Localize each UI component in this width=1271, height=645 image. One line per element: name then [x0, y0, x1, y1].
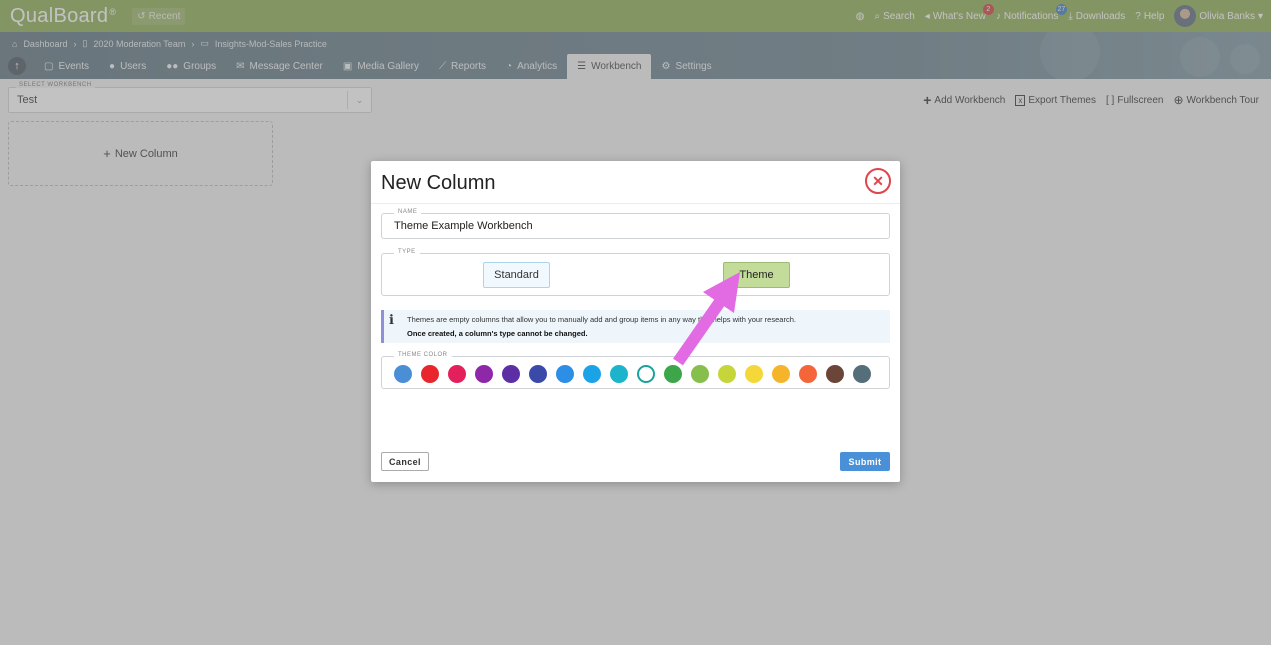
color-swatch[interactable]	[501, 365, 521, 384]
color-swatch[interactable]	[420, 365, 440, 384]
color-swatch[interactable]	[744, 365, 764, 384]
info-warning: Once created, a column's type cannot be …	[407, 329, 588, 338]
color-swatch[interactable]	[690, 365, 710, 384]
new-column-modal: New Column ✕ NAME Theme Example Workbenc…	[371, 161, 900, 482]
info-text: Themes are empty columns that allow you …	[407, 315, 796, 324]
color-swatch[interactable]	[798, 365, 818, 384]
name-field[interactable]: NAME Theme Example Workbench	[381, 209, 890, 239]
color-swatch[interactable]	[717, 365, 737, 384]
submit-button[interactable]: Submit	[840, 452, 890, 471]
color-swatch[interactable]	[852, 365, 872, 384]
type-standard-button[interactable]: Standard	[483, 262, 550, 288]
color-swatch[interactable]	[636, 365, 656, 384]
cancel-button[interactable]: Cancel	[381, 452, 429, 471]
modal-title: New Column	[381, 172, 496, 194]
name-field-value[interactable]: Theme Example Workbench	[394, 220, 533, 232]
theme-color-field: THEME COLOR	[381, 352, 890, 389]
color-swatch[interactable]	[609, 365, 629, 384]
divider	[371, 203, 900, 204]
color-swatch[interactable]	[474, 365, 494, 384]
type-theme-button[interactable]: Theme	[723, 262, 790, 288]
name-field-label: NAME	[394, 209, 422, 215]
color-swatch[interactable]	[825, 365, 845, 384]
info-box: ℹ Themes are empty columns that allow yo…	[381, 310, 890, 343]
color-swatch[interactable]	[447, 365, 467, 384]
theme-color-label: THEME COLOR	[394, 352, 452, 358]
color-swatch[interactable]	[394, 365, 413, 384]
type-field-label: TYPE	[394, 249, 420, 255]
color-swatch[interactable]	[555, 365, 575, 384]
color-swatch[interactable]	[528, 365, 548, 384]
color-swatch[interactable]	[771, 365, 791, 384]
color-swatch[interactable]	[663, 365, 683, 384]
color-swatch[interactable]	[582, 365, 602, 384]
type-field: TYPE Standard Theme	[381, 249, 890, 296]
close-icon[interactable]: ✕	[865, 168, 891, 194]
color-swatches	[394, 365, 872, 384]
info-icon: ℹ	[389, 313, 394, 328]
